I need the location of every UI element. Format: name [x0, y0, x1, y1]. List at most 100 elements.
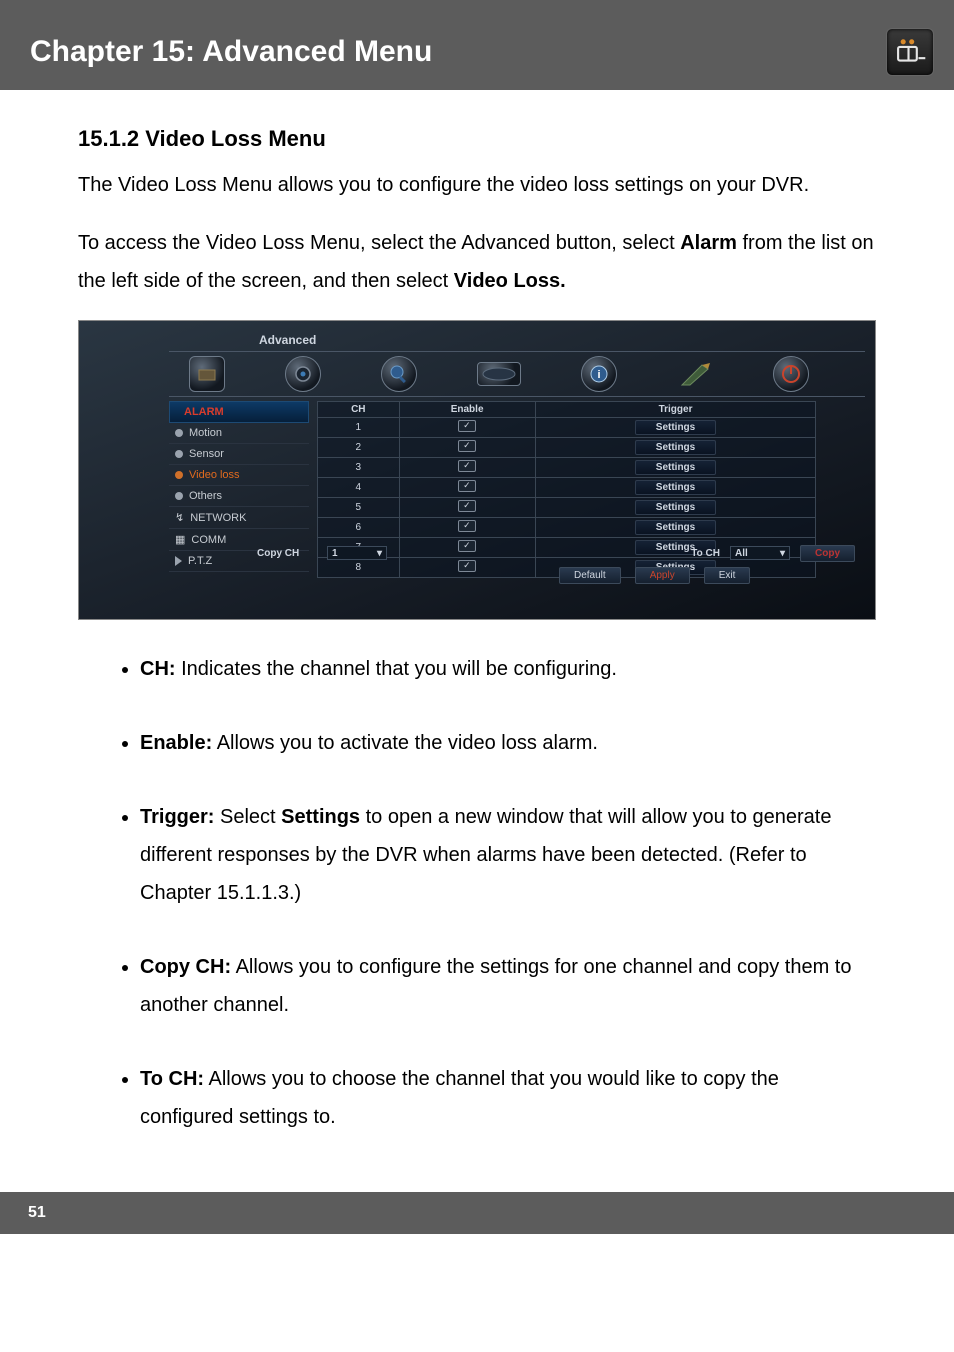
chapter-title: Chapter 15: Advanced Menu [30, 35, 432, 69]
settings-button[interactable]: Settings [635, 500, 716, 515]
settings-button[interactable]: Settings [635, 460, 716, 475]
to-ch-select[interactable]: All ▾ [730, 546, 790, 560]
table-row: 6Settings [318, 518, 855, 538]
bullet-text: Select [214, 806, 281, 828]
bottom-button-row: Default Apply Exit [559, 567, 750, 584]
description-list: CH: Indicates the channel that you will … [78, 650, 876, 1136]
to-ch-label: To CH [691, 548, 720, 559]
cell-ch: 3 [318, 458, 400, 478]
table-header-row: CH Enable Trigger [318, 402, 855, 418]
copy-ch-label: Copy CH [257, 548, 317, 559]
table-row: 2Settings [318, 438, 855, 458]
sidebar-item-label: P.T.Z [188, 555, 212, 567]
copy-ch-value: 1 [332, 548, 338, 559]
sidebar-item-label: Video loss [189, 469, 240, 481]
chevron-down-icon: ▾ [377, 548, 382, 559]
table-row: 4 Settings [318, 478, 855, 498]
tab-icon-hdd[interactable] [477, 362, 521, 386]
tab-icon-info[interactable]: i [581, 356, 617, 392]
cell-enable [399, 458, 535, 478]
cell-trigger: Settings [535, 478, 816, 498]
bullet-term-copych: Copy CH: [140, 956, 231, 978]
document-body: 15.1.2 Video Loss Menu The Video Loss Me… [0, 90, 954, 1182]
chevron-down-icon: ▾ [780, 548, 785, 559]
arrow-icon [175, 556, 182, 566]
list-item: CH: Indicates the channel that you will … [140, 650, 876, 688]
enable-checkbox[interactable] [458, 440, 476, 452]
intro-paragraph: The Video Loss Menu allows you to config… [78, 166, 876, 204]
dot-icon [175, 429, 183, 437]
cell-trigger: Settings [535, 498, 816, 518]
enable-checkbox[interactable] [458, 420, 476, 432]
bullet-text: Allows you to activate the video loss al… [212, 732, 598, 754]
list-item: Copy CH: Allows you to configure the set… [140, 948, 876, 1024]
table-row: 1 Settings [318, 418, 855, 438]
cell-ch: 4 [318, 478, 400, 498]
network-icon: ↯ [175, 511, 184, 524]
bullet-text: Allows you to configure the settings for… [140, 956, 852, 1016]
list-item: Enable: Allows you to activate the video… [140, 724, 876, 762]
cell-trigger: Settings [535, 518, 816, 538]
cell-ch: 5 [318, 498, 400, 518]
top-tab-strip: i [169, 351, 865, 397]
enable-checkbox[interactable] [458, 460, 476, 472]
left-sidebar: ALARM Motion Sensor Video loss Others ↯N… [169, 401, 309, 572]
bullet-bold-settings: Settings [281, 806, 360, 828]
access-bold-videoloss: Video Loss. [454, 270, 566, 292]
page-footer: 51 [0, 1192, 954, 1234]
list-item: To CH: Allows you to choose the channel … [140, 1060, 876, 1136]
tab-icon-general[interactable] [189, 356, 225, 392]
col-enable: Enable [399, 402, 535, 418]
svg-text:i: i [597, 369, 600, 381]
table-row: 5 Settings [318, 498, 855, 518]
to-ch-value: All [735, 548, 748, 559]
tab-icon-record[interactable] [285, 356, 321, 392]
dot-icon [175, 471, 183, 479]
copy-ch-select[interactable]: 1▾ [327, 546, 387, 560]
exit-button[interactable]: Exit [704, 567, 751, 584]
page-number: 51 [28, 1204, 46, 1221]
cell-enable [399, 418, 535, 438]
settings-button[interactable]: Settings [635, 420, 716, 435]
sidebar-item-label: Sensor [189, 448, 224, 460]
cell-trigger: Settings [535, 418, 816, 438]
enable-checkbox[interactable] [458, 520, 476, 532]
settings-button[interactable]: Settings [635, 440, 716, 455]
bullet-term-enable: Enable: [140, 732, 212, 754]
dvr-screenshot: Advanced i ALARM Motion Sensor Video los… [78, 320, 876, 620]
tab-icon-power[interactable] [773, 356, 809, 392]
copy-row: Copy CH 1▾ To CH All▾ Copy [317, 543, 855, 563]
sidebar-item-motion[interactable]: Motion [169, 423, 309, 444]
cell-enable [399, 438, 535, 458]
cell-ch: 1 [318, 418, 400, 438]
sidebar-item-network[interactable]: ↯NETWORK [169, 507, 309, 529]
bullet-term-ch: CH: [140, 658, 176, 680]
enable-checkbox[interactable] [458, 480, 476, 492]
cell-enable [399, 478, 535, 498]
settings-button[interactable]: Settings [635, 480, 716, 495]
sidebar-item-sensor[interactable]: Sensor [169, 444, 309, 465]
default-button[interactable]: Default [559, 567, 621, 584]
cell-trigger: Settings [535, 458, 816, 478]
access-bold-alarm: Alarm [680, 232, 737, 254]
tab-icon-search[interactable] [381, 356, 417, 392]
list-item: Trigger: Select Settings to open a new w… [140, 798, 876, 912]
settings-button[interactable]: Settings [635, 520, 716, 535]
copy-button[interactable]: Copy [800, 545, 855, 562]
enable-checkbox[interactable] [458, 500, 476, 512]
bullet-term-toch: To CH: [140, 1068, 204, 1090]
section-heading: 15.1.2 Video Loss Menu [78, 126, 876, 152]
dot-icon [175, 450, 183, 458]
cell-enable [399, 518, 535, 538]
sidebar-item-label: Motion [189, 427, 222, 439]
access-paragraph: To access the Video Loss Menu, select th… [78, 224, 876, 300]
sidebar-item-videoloss[interactable]: Video loss [169, 465, 309, 486]
sidebar-item-others[interactable]: Others [169, 486, 309, 507]
sidebar-header-alarm: ALARM [169, 401, 309, 423]
comm-icon: ▦ [175, 533, 185, 546]
dot-icon [175, 492, 183, 500]
apply-button[interactable]: Apply [635, 567, 690, 584]
tab-icon-advanced[interactable] [677, 356, 713, 392]
bullet-text: Allows you to choose the channel that yo… [140, 1068, 779, 1128]
table-row: 3 Settings [318, 458, 855, 478]
